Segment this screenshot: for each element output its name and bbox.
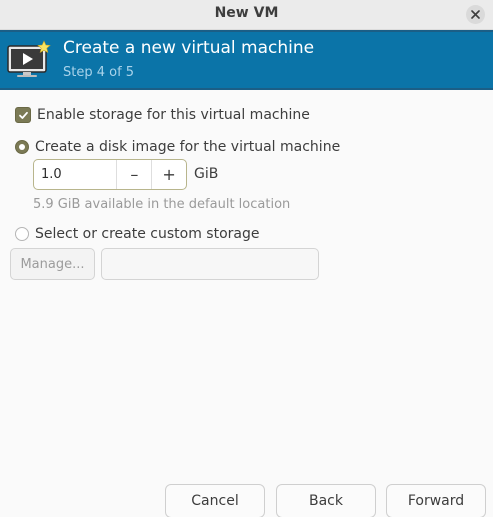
wizard-banner: Create a new virtual machine Step 4 of 5 — [0, 30, 493, 90]
disk-size-unit: GiB — [194, 166, 219, 182]
custom-storage-radio[interactable] — [15, 227, 29, 241]
enable-storage-checkbox[interactable] — [15, 107, 31, 123]
checkmark-icon — [18, 111, 28, 119]
plus-icon: + — [162, 165, 176, 184]
custom-storage-path-input[interactable] — [101, 248, 319, 280]
enable-storage-label: Enable storage for this virtual machine — [37, 107, 310, 123]
virtual-machine-icon — [7, 40, 51, 77]
minus-icon: – — [130, 165, 139, 184]
cancel-button[interactable]: Cancel — [165, 484, 265, 517]
create-disk-label: Create a disk image for the virtual mach… — [35, 139, 341, 155]
disk-size-input[interactable]: 1.0 — [34, 160, 118, 189]
title-bar: New VM — [0, 0, 493, 30]
increase-size-button[interactable]: + — [152, 160, 186, 189]
wizard-heading: Create a new virtual machine — [63, 38, 315, 58]
forward-button[interactable]: Forward — [386, 484, 486, 517]
wizard-step-indicator: Step 4 of 5 — [63, 65, 135, 80]
close-button[interactable] — [466, 5, 485, 24]
custom-storage-label: Select or create custom storage — [35, 226, 260, 242]
manage-storage-button[interactable]: Manage... — [10, 248, 95, 280]
disk-size-spinner[interactable]: 1.0 – + — [33, 159, 187, 190]
create-disk-row[interactable]: Create a disk image for the virtual mach… — [15, 139, 340, 155]
window-title: New VM — [214, 5, 279, 21]
custom-storage-row[interactable]: Select or create custom storage — [15, 226, 260, 242]
new-vm-dialog: New VM Create a new virtual machine Step… — [0, 0, 493, 517]
enable-storage-row[interactable]: Enable storage for this virtual machine — [15, 107, 310, 123]
decrease-size-button[interactable]: – — [117, 160, 153, 189]
available-space-hint: 5.9 GiB available in the default locatio… — [33, 197, 291, 212]
close-icon — [471, 10, 480, 19]
back-button[interactable]: Back — [276, 484, 376, 517]
create-disk-radio[interactable] — [15, 140, 29, 154]
